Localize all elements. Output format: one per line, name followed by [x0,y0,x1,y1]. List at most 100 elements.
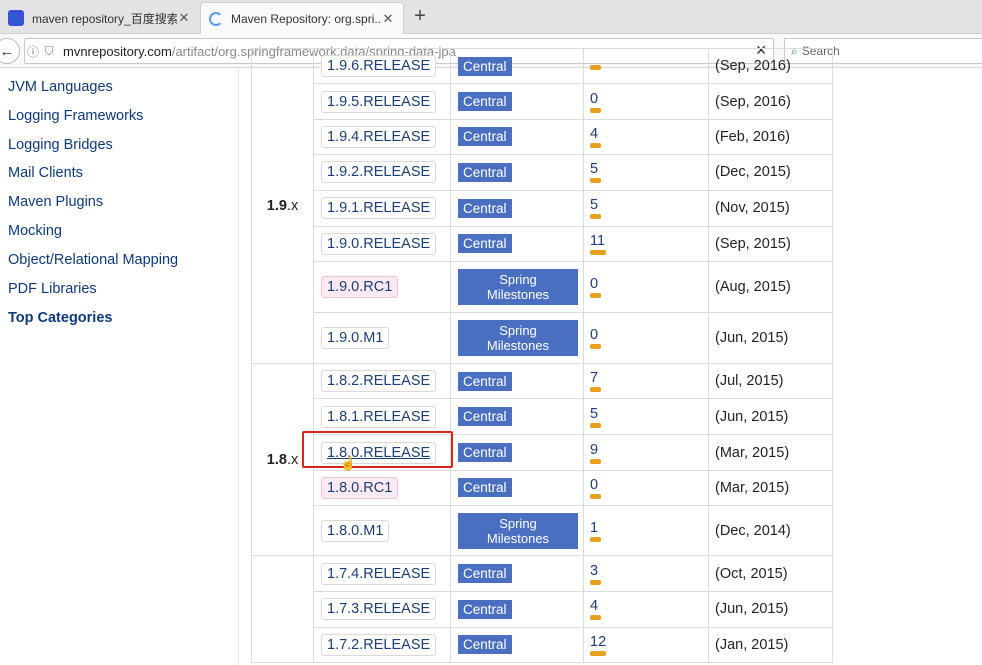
version-link[interactable]: 1.9.6.RELEASE [321,55,437,78]
sidebar-item-top-categories[interactable]: Top Categories [8,310,112,326]
sidebar-item-jvm-languages[interactable]: JVM Languages [8,79,113,95]
usages-link[interactable]: 4 [590,126,601,148]
version-link[interactable]: 1.8.1.RELEASE [321,405,437,428]
repository-badge-central[interactable]: Central [458,443,512,463]
usages-link[interactable]: 11 [590,233,606,255]
version-cell: 1.9.0.RELEASE [313,225,451,262]
version-cell: 1.8.2.RELEASE [313,362,451,400]
repository-badge-central[interactable]: Central [458,635,512,655]
tab-baidu-search[interactable]: 🐾 maven repository_百度搜索 ✕ [0,2,199,34]
version-cell: 1.9.0.RC1 [313,260,451,313]
usages-link[interactable]: 12 [590,634,606,656]
repository-badge-spring-milestones[interactable]: Spring Milestones [458,319,578,356]
usages-link[interactable]: 4 [590,598,601,621]
usages-link[interactable]: 5 [590,161,601,184]
version-group [251,555,314,663]
sidebar-item-mail-clients[interactable]: Mail Clients [8,165,83,181]
usages-link[interactable]: 0 [590,276,601,298]
usages-link[interactable] [590,64,601,71]
version-link[interactable]: 1.9.4.RELEASE [321,125,437,148]
release-date: (Mar, 2015) [708,469,833,507]
back-arrow-icon[interactable]: ← [0,38,20,64]
new-tab-plus-icon[interactable]: + [410,6,430,26]
version-link[interactable]: 1.8.2.RELEASE [321,370,437,393]
usage-bar [590,65,601,71]
usages-link[interactable]: 5 [590,197,601,220]
version-cell: 1.9.0.M1 [313,311,451,364]
repository-cell: Spring Milestones [450,311,584,364]
repo-line1: Spring [499,322,537,338]
info-icon[interactable]: ⓘ [25,43,41,60]
usages-link[interactable]: 7 [590,370,601,393]
usages-link[interactable]: 3 [590,563,601,585]
repository-badge-central[interactable]: Central [458,127,512,147]
version-cell: 1.7.2.RELEASE [313,626,451,663]
repository-badge-central[interactable]: Central [458,407,512,427]
group-suffix: .x [286,197,299,214]
tab-maven-repository[interactable]: Maven Repository: org.spri... ✕ [200,2,404,34]
version-link[interactable]: 1.7.2.RELEASE [321,633,437,656]
repository-badge-central[interactable]: Central [458,599,512,619]
version-link[interactable]: 1.7.4.RELEASE [321,562,437,585]
version-link[interactable]: 1.9.2.RELEASE [321,161,437,184]
usages-cell: 3 [583,555,709,593]
repository-badge-central[interactable]: Central [458,198,512,218]
usages-link[interactable]: 1 [590,520,601,542]
repository-badge-central[interactable]: Central [458,56,512,76]
close-icon[interactable]: ✕ [177,10,191,26]
repository-badge-spring-milestones[interactable]: Spring Milestones [458,512,578,549]
usages-link[interactable]: 0 [590,91,601,113]
table-row: 1.9.5.RELEASE Central 0 (Sep, 2016) [252,83,833,120]
usages-link[interactable]: 0 [590,477,601,499]
table-row: 1.7.4.RELEASE Central 3 (Oct, 2015) [251,555,833,663]
repo-line2: Milestones [486,530,550,546]
release-date: (Mar, 2015) [708,434,833,471]
repository-badge-central[interactable]: Central [458,92,512,112]
repository-cell: Central [450,434,584,471]
usages-cell: 5 [583,154,709,191]
version-link[interactable]: 1.9.0.RC1 [321,275,399,298]
version-link[interactable]: 1.9.0.M1 [321,326,390,349]
version-link[interactable]: 1.8.0.RC1 [321,476,399,499]
version-link[interactable]: 1.9.1.RELEASE [321,197,437,220]
repo-line1: Spring [499,271,537,287]
repository-badge-central[interactable]: Central [458,564,512,584]
usages-link[interactable]: 9 [590,442,601,464]
table-row: 1.9.0.RELEASE Central 11 (Sep, 2015) [252,225,833,262]
usages-cell: 12 [583,626,709,663]
version-link[interactable]: 1.9.0.RELEASE [321,232,437,255]
usages-link[interactable]: 0 [590,327,601,349]
loading-spinner-icon [209,11,223,26]
release-date: (Jun, 2015) [708,398,833,436]
sidebar-item-mocking[interactable]: Mocking [8,223,62,239]
release-date: (Dec, 2014) [708,505,833,557]
repository-badge-central[interactable]: Central [458,234,512,254]
usages-link[interactable]: 5 [590,406,601,428]
repository-badge-spring-milestones[interactable]: Spring Milestones [458,268,578,305]
repository-cell: Spring Milestones [450,260,584,313]
close-icon[interactable]: ✕ [381,11,395,27]
sidebar-item-orm[interactable]: Object/Relational Mapping [8,252,178,268]
release-date: (Sep, 2016) [708,47,833,85]
sidebar-item-pdf-libraries[interactable]: PDF Libraries [8,281,97,297]
repository-badge-central[interactable]: Central [458,162,512,182]
sidebar-item-logging-frameworks[interactable]: Logging Frameworks [8,108,143,124]
sidebar-item-maven-plugins[interactable]: Maven Plugins [8,194,103,210]
usage-bar [590,292,601,298]
version-link[interactable]: 1.9.5.RELEASE [321,90,437,113]
repository-badge-central[interactable]: Central [458,371,512,391]
baidu-paw-icon: 🐾 [8,10,24,26]
version-link[interactable]: 1.8.0.M1 [321,519,390,542]
repo-line2: Milestones [486,286,550,302]
table-row: 1.9.x 1.9.6.RELEASE Central (Sep, 2016) [251,47,833,364]
version-link[interactable]: 1.7.3.RELEASE [321,598,437,621]
repo-line2: Milestones [486,337,550,353]
sidebar-item-logging-bridges[interactable]: Logging Bridges [8,137,113,153]
usages-count: 5 [590,161,599,178]
repository-badge-central[interactable]: Central [458,478,512,498]
repository-cell: Spring Milestones [450,505,584,557]
group-major: 1.9 [266,197,287,214]
usage-bar [590,387,601,393]
shield-icon[interactable]: ⛉ [41,44,57,59]
table-row: 1.8.x 1.8.2.RELEASE Central 7 (Jul, 2015) [251,362,833,557]
